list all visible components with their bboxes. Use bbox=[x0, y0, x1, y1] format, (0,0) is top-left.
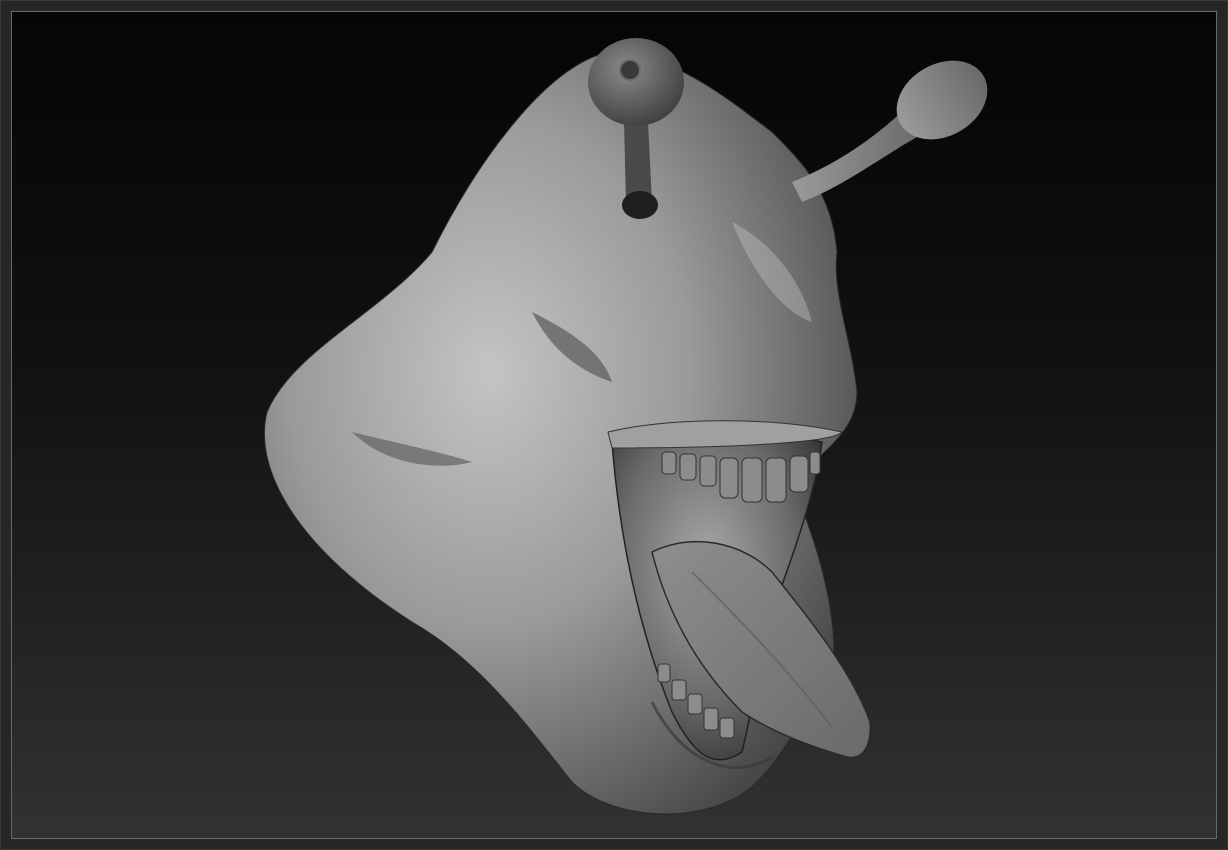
sculpt-model[interactable] bbox=[12, 12, 1217, 839]
pupil bbox=[619, 59, 641, 81]
eyeball bbox=[588, 38, 684, 126]
app-frame bbox=[0, 0, 1228, 850]
eye-socket bbox=[622, 191, 658, 219]
3d-viewport[interactable] bbox=[11, 11, 1217, 839]
